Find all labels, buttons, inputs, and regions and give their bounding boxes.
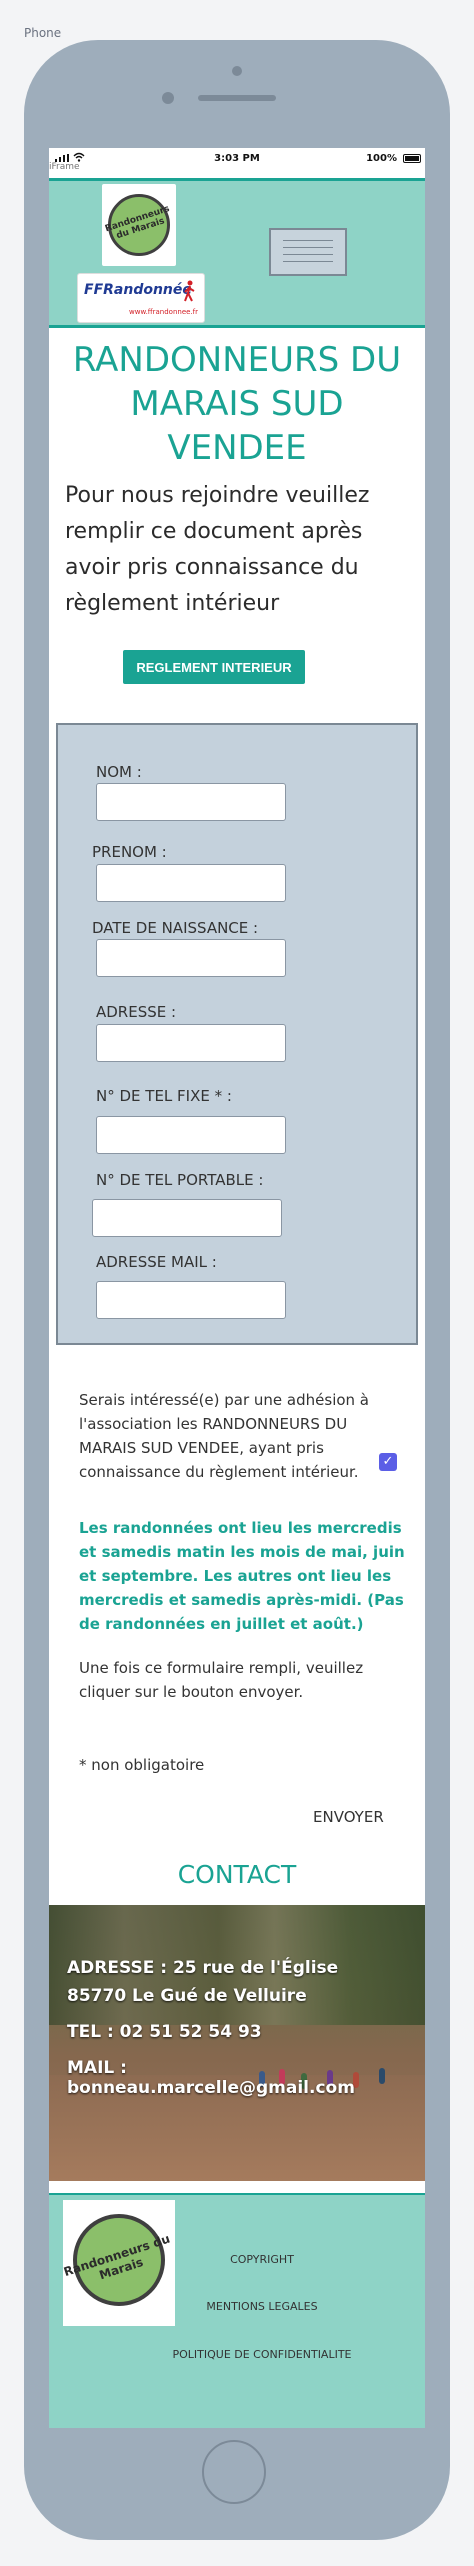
battery-icon <box>403 154 421 163</box>
camera-icon <box>232 66 242 76</box>
contact-mail[interactable]: MAIL : bonneau.marcelle@gmail.com <box>67 2058 417 2098</box>
label-mail: ADRESSE MAIL : <box>96 1253 217 1271</box>
date-naissance-input[interactable] <box>96 939 286 977</box>
membership-form: NOM : PRENOM : DATE DE NAISSANCE : ADRES… <box>56 723 418 1345</box>
contact-photo <box>49 1905 425 2181</box>
nom-input[interactable] <box>96 783 286 821</box>
hiker-icon <box>184 280 195 302</box>
consent-text: Serais intéressé(e) par une adhésion à l… <box>79 1391 370 1481</box>
contact-heading: CONTACT <box>177 1860 297 1889</box>
contact-address-line1: ADRESSE : 25 rue de l'Église <box>67 1958 339 1978</box>
status-bar: iFrame 3:03 PM 100% <box>49 148 425 172</box>
home-button[interactable] <box>202 2440 266 2504</box>
schedule-info: Les randonnées ont lieu les mercredis et… <box>79 1519 405 1633</box>
ffrandonnee-logo-name: FFRandonnée <box>84 282 192 298</box>
instruction-text: Une fois ce formulaire rempli, veuillez … <box>79 1659 364 1701</box>
intro-text: Pour nous rejoindre veuillez remplir ce … <box>65 483 370 616</box>
sensor-icon <box>162 92 174 104</box>
ffrandonnee-logo[interactable]: FFRandonnée www.ffrandonnee.fr <box>77 273 205 323</box>
footer-link-mentions[interactable]: MENTIONS LEGALES <box>189 2300 335 2313</box>
battery-text: 100% <box>366 153 397 164</box>
send-button[interactable]: ENVOYER <box>313 1808 384 1826</box>
footer-link-confidentialite[interactable]: POLITIQUE DE CONFIDENTIALITE <box>159 2348 365 2361</box>
tel-portable-input[interactable] <box>92 1199 282 1237</box>
contact-tel: TEL : 02 51 52 54 93 <box>67 2022 262 2042</box>
ffrandonnee-logo-url: www.ffrandonnee.fr <box>129 308 198 316</box>
screen: iFrame 3:03 PM 100% Randonneurs du Marai… <box>49 148 425 2428</box>
footer-logo[interactable]: Randonneurs du Marais <box>62 2200 175 2326</box>
reglement-button[interactable]: REGLEMENT INTERIEUR <box>123 650 305 684</box>
prenom-input[interactable] <box>96 864 286 902</box>
mail-input[interactable] <box>96 1281 286 1319</box>
label-tel-portable: N° DE TEL PORTABLE : <box>96 1171 264 1189</box>
speaker-grille <box>198 95 276 101</box>
device-label: Phone <box>24 26 62 40</box>
label-tel-fixe: N° DE TEL FIXE * : <box>96 1087 232 1105</box>
tel-fixe-input[interactable] <box>96 1116 286 1154</box>
page-title: RANDONNEURS DU MARAIS SUD VENDEE <box>72 340 402 468</box>
mail-icon[interactable] <box>269 228 347 276</box>
club-logo[interactable]: Randonneurs du Marais <box>102 184 176 266</box>
label-nom: NOM : <box>96 763 142 781</box>
footer-link-copyright[interactable]: COPYRIGHT <box>199 2253 325 2266</box>
label-adresse: ADRESSE : <box>96 1003 177 1021</box>
label-date-naissance: DATE DE NAISSANCE : <box>92 919 259 937</box>
contact-address-line2: 85770 Le Gué de Velluire <box>67 1986 307 2006</box>
adresse-input[interactable] <box>96 1024 286 1062</box>
label-prenom: PRENOM : <box>92 843 167 861</box>
required-note: * non obligatoire <box>79 1756 205 1774</box>
consent-checkbox[interactable]: ✓ <box>379 1453 397 1471</box>
